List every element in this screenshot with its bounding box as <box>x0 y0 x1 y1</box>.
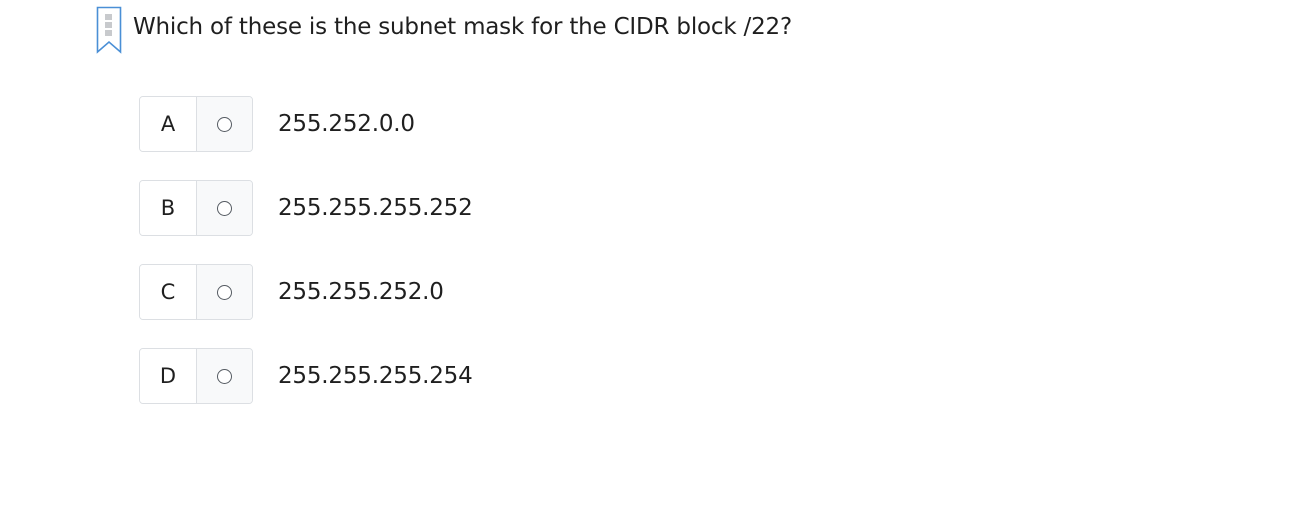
option-text[interactable]: 255.255.255.252 <box>278 195 473 221</box>
question-text: Which of these is the subnet mask for th… <box>133 14 792 40</box>
option-letter: A <box>140 97 197 151</box>
option-letter: C <box>140 265 197 319</box>
bookmark-flag-icon[interactable] <box>96 6 122 54</box>
option-letter: D <box>140 349 197 403</box>
question-header: Which of these is the subnet mask for th… <box>96 6 792 54</box>
radio-button[interactable] <box>217 200 232 216</box>
option-c[interactable]: C 255.255.252.0 <box>139 264 473 320</box>
option-selector[interactable]: D <box>139 348 253 404</box>
radio-cell[interactable] <box>197 97 252 151</box>
option-b[interactable]: B 255.255.255.252 <box>139 180 473 236</box>
radio-button[interactable] <box>217 284 232 300</box>
option-selector[interactable]: A <box>139 96 253 152</box>
option-selector[interactable]: B <box>139 180 253 236</box>
option-letter: B <box>140 181 197 235</box>
option-a[interactable]: A 255.252.0.0 <box>139 96 473 152</box>
option-d[interactable]: D 255.255.255.254 <box>139 348 473 404</box>
radio-cell[interactable] <box>197 349 252 403</box>
radio-button[interactable] <box>217 116 232 132</box>
quiz-page: Which of these is the subnet mask for th… <box>0 0 1297 506</box>
radio-cell[interactable] <box>197 181 252 235</box>
option-text[interactable]: 255.252.0.0 <box>278 111 415 137</box>
radio-button[interactable] <box>217 368 232 384</box>
radio-cell[interactable] <box>197 265 252 319</box>
answer-options: A 255.252.0.0 B 255.255.255.252 C 255.25… <box>139 96 473 432</box>
option-text[interactable]: 255.255.252.0 <box>278 279 444 305</box>
option-text[interactable]: 255.255.255.254 <box>278 363 473 389</box>
option-selector[interactable]: C <box>139 264 253 320</box>
